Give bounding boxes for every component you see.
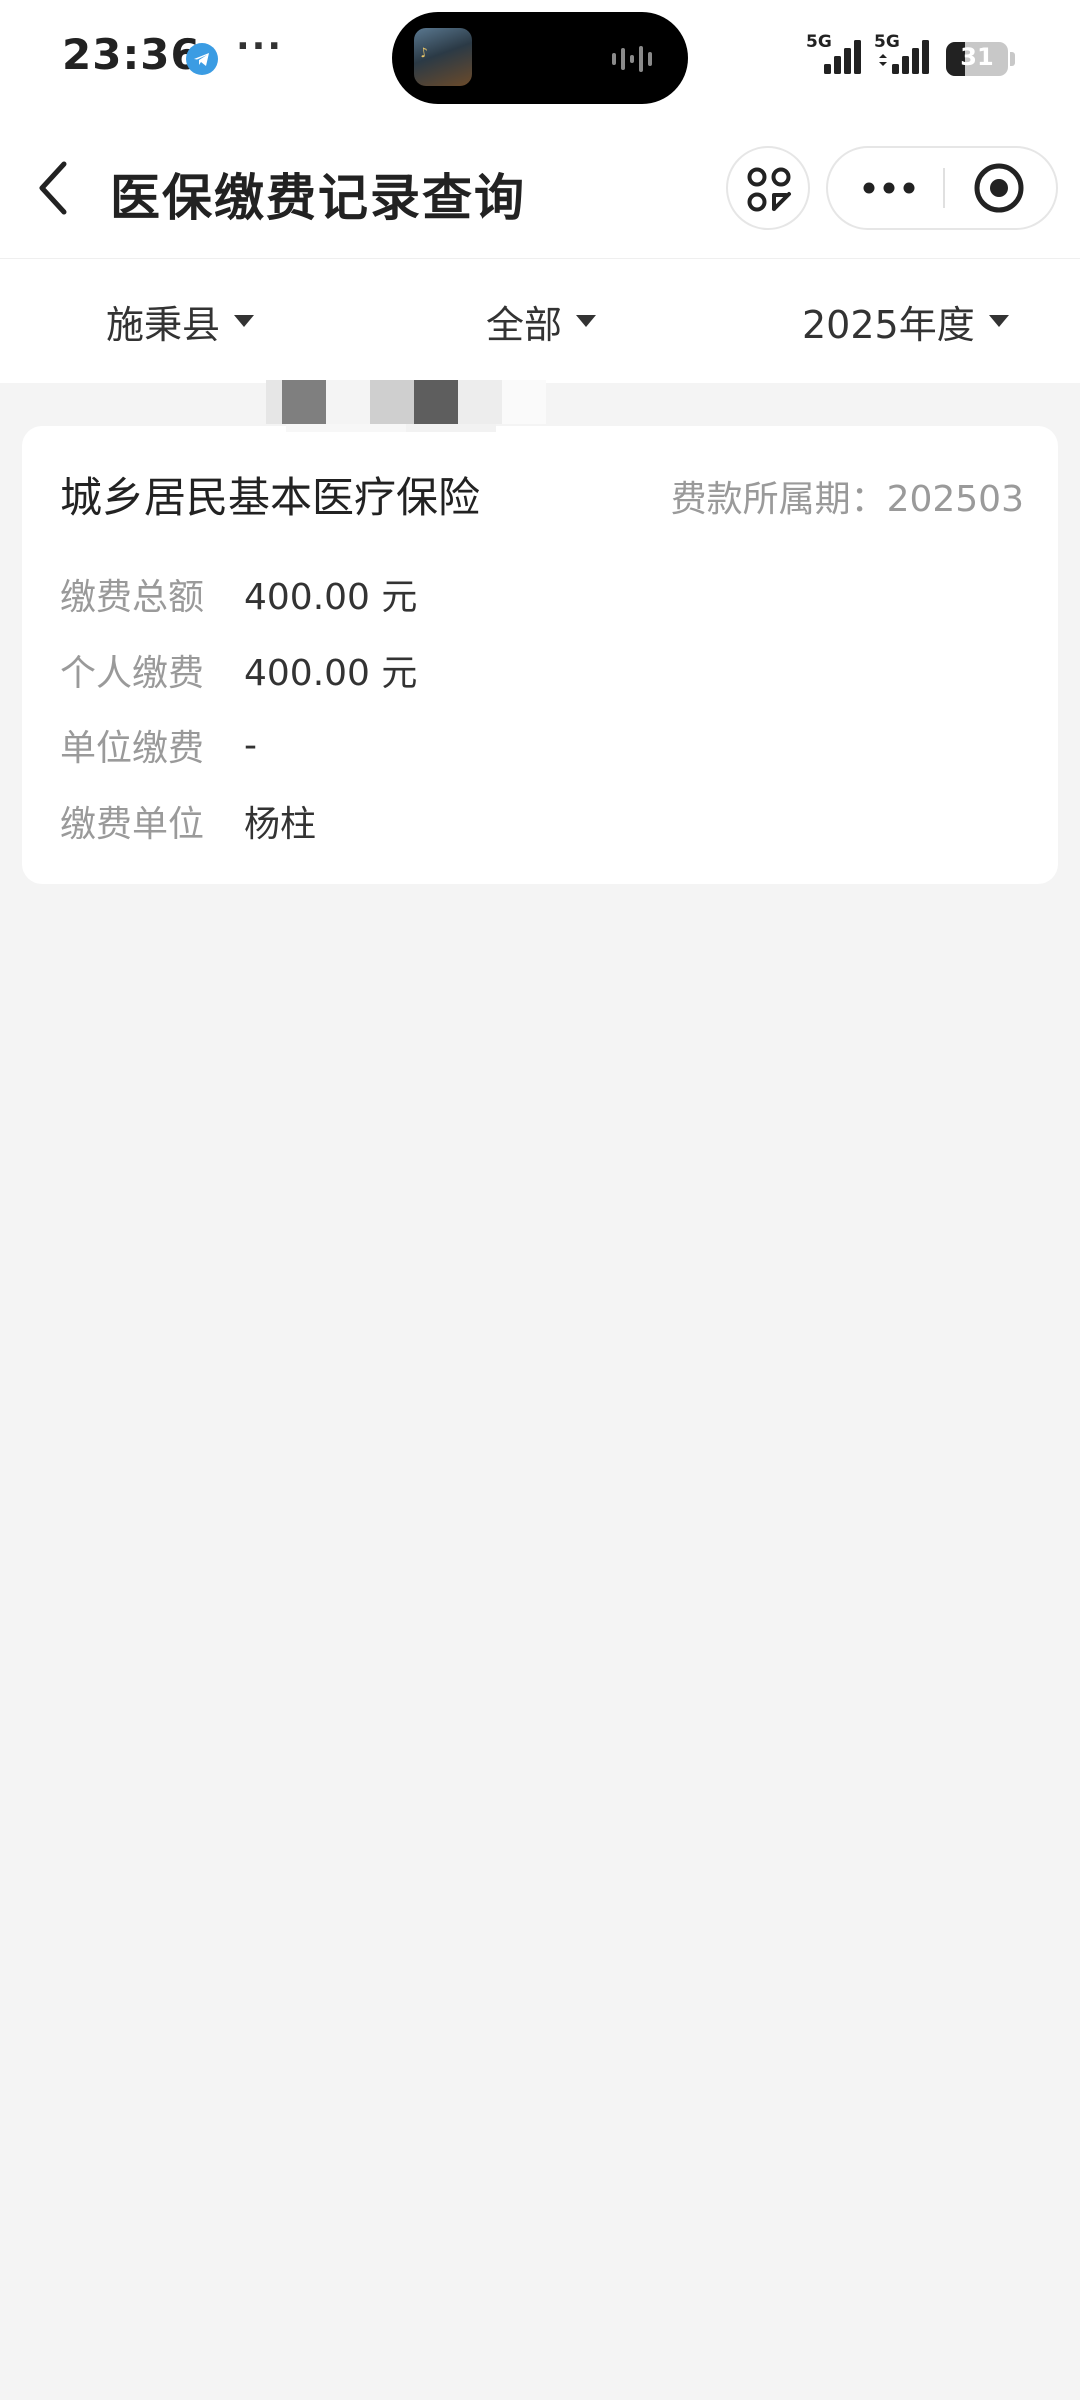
employer-payment-value: - <box>244 724 257 766</box>
mini-program-capsule <box>826 146 1058 230</box>
more-icon <box>863 182 915 194</box>
page-title: 医保缴费记录查询 <box>110 169 526 227</box>
scan-icon <box>747 167 791 212</box>
signal-bars-data-icon <box>879 40 929 74</box>
dynamic-island[interactable]: ♪ <box>392 12 688 104</box>
nav-bar: 医保缴费记录查询 <box>0 118 1080 258</box>
total-amount-row: 缴费总额 400.00 元 <box>60 569 417 619</box>
music-cover-art: ♪ <box>414 28 472 86</box>
scan-button[interactable] <box>726 146 810 230</box>
field-label: 缴费总额 <box>60 577 205 618</box>
battery-level: 31 <box>960 43 994 71</box>
close-target-icon <box>974 163 1024 213</box>
field-label: 个人缴费 <box>60 653 205 694</box>
paying-unit-value: 杨柱 <box>244 804 317 845</box>
year-filter-label: 2025年度 <box>802 302 975 347</box>
personal-payment-value: 400.00 元 <box>244 653 418 694</box>
region-filter-label: 施秉县 <box>106 302 221 347</box>
region-filter[interactable]: 施秉县 <box>106 297 255 347</box>
battery-icon: 31 <box>946 42 1008 76</box>
caret-down-icon <box>988 315 1009 327</box>
category-filter-label: 全部 <box>486 302 563 347</box>
redaction-mosaic <box>266 372 584 458</box>
paying-unit-row: 缴费单位 杨柱 <box>60 796 316 846</box>
caret-down-icon <box>234 315 255 327</box>
status-time: 23:36 <box>62 30 201 79</box>
field-label: 单位缴费 <box>60 728 205 769</box>
signal-bars-icon <box>824 40 861 74</box>
year-filter[interactable]: 2025年度 <box>802 297 1009 347</box>
back-arrow-icon <box>39 161 67 215</box>
back-button[interactable] <box>30 156 80 220</box>
total-amount-value: 400.00 元 <box>244 577 418 618</box>
battery-tip <box>1010 52 1015 66</box>
telegram-icon <box>186 43 218 75</box>
caret-down-icon <box>576 315 597 327</box>
more-button[interactable] <box>828 148 942 228</box>
audio-wave-icon <box>612 46 652 72</box>
status-bar: 23:36 ··· ♪ 5G 5G 31 <box>0 0 1080 118</box>
employer-payment-row: 单位缴费 - <box>60 720 257 770</box>
notification-more-icon: ··· <box>236 26 284 67</box>
payment-period: 费款所属期：202503 <box>670 479 1024 520</box>
payment-record-card[interactable]: 城乡居民基本医疗保险 费款所属期：202503 缴费总额 400.00 元 个人… <box>22 426 1058 884</box>
filter-bar: 施秉县 全部 2025年度 <box>0 258 1080 383</box>
category-filter[interactable]: 全部 <box>486 297 597 347</box>
insurance-type-title: 城乡居民基本医疗保险 <box>60 473 481 522</box>
close-mini-program-button[interactable] <box>945 148 1058 228</box>
personal-payment-row: 个人缴费 400.00 元 <box>60 645 417 695</box>
field-label: 缴费单位 <box>60 804 205 845</box>
